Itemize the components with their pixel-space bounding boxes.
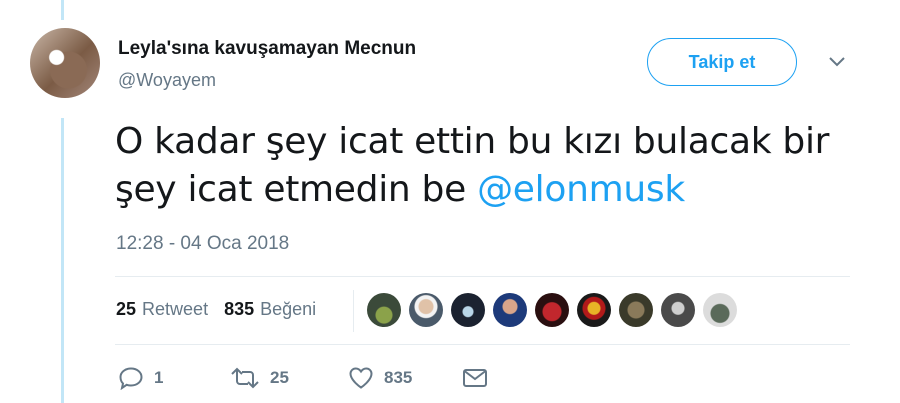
retweet-action[interactable]: 25 xyxy=(230,367,348,389)
retweet-icon xyxy=(231,367,259,389)
thread-line xyxy=(61,0,64,20)
direct-message-action[interactable] xyxy=(462,367,488,389)
mention-link[interactable]: @elonmusk xyxy=(477,169,685,210)
like-stat[interactable]: 835 Beğeni xyxy=(224,299,316,320)
reply-action[interactable]: 1 xyxy=(118,366,230,390)
like-count: 835 xyxy=(384,368,413,387)
divider-top xyxy=(115,276,850,277)
liker-avatar[interactable] xyxy=(367,293,401,327)
liker-avatar[interactable] xyxy=(619,293,653,327)
liker-avatar[interactable] xyxy=(409,293,443,327)
tweet-actions: 1 25 835 xyxy=(118,366,488,390)
follow-button[interactable]: Takip et xyxy=(647,38,797,86)
like-stat-label: Beğeni xyxy=(260,299,317,319)
thread-line-lower xyxy=(61,118,64,403)
divider-bottom xyxy=(115,344,850,345)
author-handle[interactable]: @Woyayem xyxy=(118,70,216,91)
reply-count: 1 xyxy=(154,368,164,387)
liker-avatar[interactable] xyxy=(535,293,569,327)
stats-separator xyxy=(353,290,354,332)
tweet-timestamp[interactable]: 12:28 - 04 Oca 2018 xyxy=(116,233,289,255)
liker-avatar[interactable] xyxy=(703,293,737,327)
liker-avatar[interactable] xyxy=(577,293,611,327)
liker-avatar[interactable] xyxy=(451,293,485,327)
liker-avatar[interactable] xyxy=(493,293,527,327)
tweet-stats: 25 Retweet 835 Beğeni xyxy=(116,299,332,320)
liker-avatar[interactable] xyxy=(661,293,695,327)
retweet-stat[interactable]: 25 Retweet xyxy=(116,299,208,320)
retweet-stat-label: Retweet xyxy=(142,299,209,319)
avatar[interactable] xyxy=(30,28,100,98)
envelope-icon xyxy=(463,369,487,387)
like-action[interactable]: 835 xyxy=(348,366,462,390)
retweet-stat-count: 25 xyxy=(116,299,137,319)
tweet-body: O kadar şey icat ettin bu kızı bulacak b… xyxy=(115,121,830,210)
reply-icon xyxy=(119,367,143,390)
liker-avatars xyxy=(367,293,745,327)
like-stat-count: 835 xyxy=(224,299,255,319)
heart-icon xyxy=(349,367,373,389)
tweet-text: O kadar şey icat ettin bu kızı bulacak b… xyxy=(115,118,855,214)
chevron-down-icon[interactable] xyxy=(828,54,846,68)
retweet-count: 25 xyxy=(270,368,289,387)
author-name[interactable]: Leyla'sına kavuşamayan Mecnun xyxy=(118,38,416,60)
